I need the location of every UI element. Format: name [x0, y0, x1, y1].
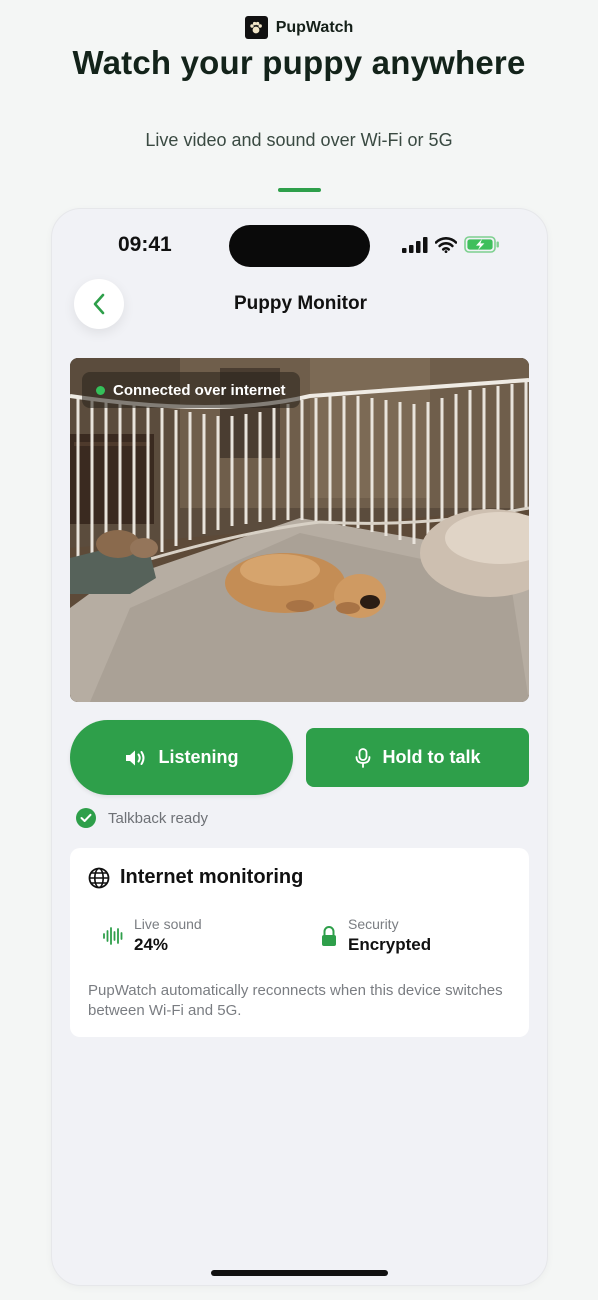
- status-time: 09:41: [118, 233, 172, 256]
- lock-icon: [322, 925, 336, 946]
- talkback-status: Talkback ready: [76, 808, 208, 828]
- microphone-icon: [355, 747, 370, 768]
- page: PupWatch Watch your puppy anywhere Live …: [0, 0, 598, 1300]
- hold-to-talk-button[interactable]: Hold to talk: [306, 728, 529, 787]
- home-indicator[interactable]: [211, 1270, 388, 1276]
- listening-button[interactable]: Listening: [70, 720, 293, 795]
- check-circle-icon: [76, 808, 96, 828]
- globe-icon: [88, 867, 110, 888]
- listening-label: Listening: [158, 747, 239, 767]
- pawprint-logo-icon: [244, 16, 268, 39]
- connection-status-text: Connected over internet: [113, 381, 286, 399]
- camera-feed[interactable]: Connected over internet: [70, 358, 529, 702]
- accent-divider: [278, 188, 321, 192]
- speaker-icon: [125, 750, 144, 765]
- cellular-signal-icon: [402, 236, 428, 253]
- camera-image: [70, 358, 529, 702]
- brand-name: PupWatch: [275, 18, 354, 36]
- connection-status-dot: [96, 385, 105, 395]
- security-value: Encrypted: [348, 935, 432, 954]
- hold-to-talk-label: Hold to talk: [382, 747, 481, 767]
- dynamic-island: [229, 225, 370, 267]
- live-sound-value: 24%: [134, 935, 169, 954]
- internet-monitoring-card: Internet monitoring Live sound 24% Secur…: [70, 848, 529, 1037]
- battery-charging-icon: [464, 236, 499, 253]
- phone-frame: 09:41 Puppy Monitor Connected over inter…: [51, 208, 548, 1286]
- nav-title: Puppy Monitor: [234, 293, 367, 314]
- page-subline: Live video and sound over Wi-Fi or 5G: [145, 130, 453, 150]
- card-title: Internet monitoring: [120, 866, 304, 888]
- status-icons: [402, 236, 500, 253]
- security-stat: Security Encrypted: [320, 916, 431, 955]
- live-sound-stat: Live sound 24%: [102, 916, 202, 955]
- sound-wave-icon: [103, 926, 123, 945]
- page-headline: Watch your puppy anywhere: [72, 44, 526, 81]
- security-label: Security: [348, 916, 399, 932]
- live-sound-label: Live sound: [134, 916, 202, 932]
- reconnect-note: PupWatch automatically reconnects when t…: [88, 982, 503, 1019]
- brand: PupWatch: [0, 16, 598, 39]
- talkback-text: Talkback ready: [108, 809, 209, 827]
- card-header: Internet monitoring: [88, 866, 303, 889]
- wifi-icon: [435, 236, 457, 253]
- connection-badge: Connected over internet: [82, 372, 300, 408]
